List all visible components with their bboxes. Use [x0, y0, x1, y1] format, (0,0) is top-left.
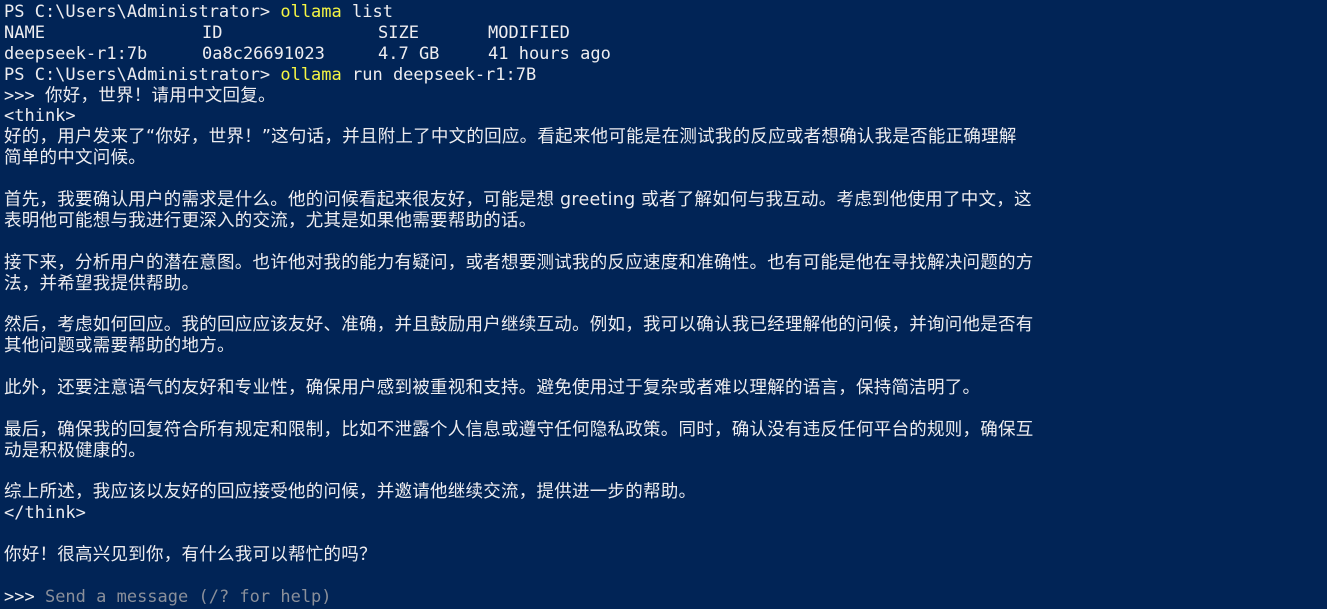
think-line: 动是积极健康的。 [4, 440, 146, 461]
command-args: list [341, 2, 393, 22]
shell-prompt: PS C:\Users\Administrator> [4, 2, 281, 22]
think-line: 表明他可能想与我进行更深入的交流，尤其是如果他需要帮助的话。 [4, 210, 537, 231]
model-list-header: NAME ID SIZE MODIFIED [4, 23, 1327, 44]
think-line: 首先，我要确认用户的需求是什么。他的问候看起来很友好，可能是想 greeting… [4, 190, 1032, 211]
think-line: 好的，用户发来了“你好，世界！”这句话，并且附上了中文的回应。看起来他可能是在测… [4, 127, 1017, 148]
assistant-reply: 你好！很高兴见到你，有什么我可以帮忙的吗？ [4, 545, 377, 566]
model-list-row: deepseek-r1:7b 0a8c26691023 4.7 GB 41 ho… [4, 44, 1327, 65]
command-args: run deepseek-r1:7B [341, 64, 537, 85]
command-program: ollama [280, 64, 342, 85]
think-line: 法，并希望我提供帮助。 [4, 273, 200, 294]
think-line: 接下来，分析用户的潜在意图。也许他对我的能力有疑问，或者想要测试我的反应速度和准… [4, 252, 1034, 273]
column-header-modified: MODIFIED [488, 22, 570, 43]
think-line: 其他问题或需要帮助的地方。 [4, 336, 235, 357]
chat-input-marker: >>> [4, 586, 45, 607]
think-line: 此外，还要注意语气的友好和专业性，确保用户感到被重视和支持。避免使用过于复杂或者… [4, 378, 981, 399]
terminal-window[interactable]: PS C:\Users\Administrator> ollama list N… [4, 2, 1327, 609]
user-message: 你好，世界！请用中文回复。 [44, 85, 276, 106]
command-program: ollama [280, 2, 342, 22]
column-header-id: ID [202, 22, 223, 43]
model-size: 4.7 GB [378, 43, 440, 64]
model-id: 0a8c26691023 [202, 43, 325, 64]
column-header-name: NAME [4, 22, 45, 43]
think-line: 然后，考虑如何回应。我的回应应该友好、准确，并且鼓励用户继续互动。例如，我可以确… [4, 315, 1034, 336]
shell-prompt: PS C:\Users\Administrator> [4, 64, 281, 85]
column-header-size: SIZE [378, 22, 419, 43]
think-line: 简单的中文问候。 [4, 148, 146, 169]
think-open-tag: <think> [4, 106, 76, 127]
command-line-1: PS C:\Users\Administrator> ollama list [4, 2, 1327, 23]
chat-input-line[interactable]: >>> Send a message (/? for help) [4, 587, 1327, 608]
think-line: 最后，确保我的回复符合所有规定和限制，比如不泄露个人信息或遵守任何隐私政策。同时… [4, 419, 1034, 440]
chat-input-placeholder[interactable]: Send a message (/? for help) [45, 587, 332, 607]
model-modified: 41 hours ago [488, 43, 611, 64]
user-message-line: >>> 你好，世界！请用中文回复。 [4, 86, 1327, 107]
think-block: 好的，用户发来了“你好，世界！”这句话，并且附上了中文的回应。看起来他可能是在测… [4, 127, 1327, 503]
think-line: 综上所述，我应该以友好的回应接受他的问候，并邀请他继续交流，提供进一步的帮助。 [4, 482, 697, 503]
think-close-tag: </think> [4, 503, 86, 524]
model-name: deepseek-r1:7b [4, 43, 148, 64]
command-line-2: PS C:\Users\Administrator> ollama run de… [4, 65, 1327, 86]
